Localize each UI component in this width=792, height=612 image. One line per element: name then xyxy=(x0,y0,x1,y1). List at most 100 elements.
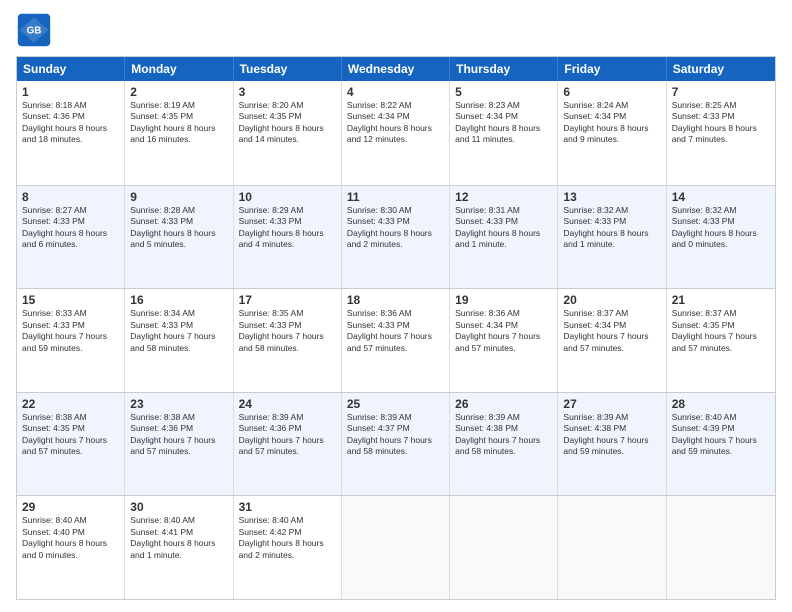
day-number: 10 xyxy=(239,190,336,204)
day-info: Sunrise: 8:20 AM Sunset: 4:35 PM Dayligh… xyxy=(239,100,336,146)
calendar-day-10: 10 Sunrise: 8:29 AM Sunset: 4:33 PM Dayl… xyxy=(234,186,342,289)
calendar-day-14: 14 Sunrise: 8:32 AM Sunset: 4:33 PM Dayl… xyxy=(667,186,775,289)
day-info: Sunrise: 8:31 AM Sunset: 4:33 PM Dayligh… xyxy=(455,205,552,251)
day-info: Sunrise: 8:40 AM Sunset: 4:42 PM Dayligh… xyxy=(239,515,336,561)
calendar-day-15: 15 Sunrise: 8:33 AM Sunset: 4:33 PM Dayl… xyxy=(17,289,125,392)
day-number: 18 xyxy=(347,293,444,307)
day-info: Sunrise: 8:32 AM Sunset: 4:33 PM Dayligh… xyxy=(672,205,770,251)
day-number: 7 xyxy=(672,85,770,99)
header-day-thursday: Thursday xyxy=(450,57,558,81)
day-number: 5 xyxy=(455,85,552,99)
day-info: Sunrise: 8:36 AM Sunset: 4:34 PM Dayligh… xyxy=(455,308,552,354)
header: GB xyxy=(16,12,776,48)
day-number: 8 xyxy=(22,190,119,204)
calendar-day-4: 4 Sunrise: 8:22 AM Sunset: 4:34 PM Dayli… xyxy=(342,81,450,185)
day-info: Sunrise: 8:40 AM Sunset: 4:40 PM Dayligh… xyxy=(22,515,119,561)
svg-text:GB: GB xyxy=(27,26,42,37)
day-number: 20 xyxy=(563,293,660,307)
calendar-empty-cell xyxy=(558,496,666,599)
day-info: Sunrise: 8:39 AM Sunset: 4:38 PM Dayligh… xyxy=(563,412,660,458)
calendar-day-16: 16 Sunrise: 8:34 AM Sunset: 4:33 PM Dayl… xyxy=(125,289,233,392)
page: GB SundayMondayTuesdayWednesdayThursdayF… xyxy=(0,0,792,612)
calendar-day-25: 25 Sunrise: 8:39 AM Sunset: 4:37 PM Dayl… xyxy=(342,393,450,496)
calendar-day-9: 9 Sunrise: 8:28 AM Sunset: 4:33 PM Dayli… xyxy=(125,186,233,289)
day-info: Sunrise: 8:34 AM Sunset: 4:33 PM Dayligh… xyxy=(130,308,227,354)
calendar-day-7: 7 Sunrise: 8:25 AM Sunset: 4:33 PM Dayli… xyxy=(667,81,775,185)
day-number: 22 xyxy=(22,397,119,411)
calendar-day-8: 8 Sunrise: 8:27 AM Sunset: 4:33 PM Dayli… xyxy=(17,186,125,289)
header-day-friday: Friday xyxy=(558,57,666,81)
day-info: Sunrise: 8:37 AM Sunset: 4:34 PM Dayligh… xyxy=(563,308,660,354)
calendar-week-3: 15 Sunrise: 8:33 AM Sunset: 4:33 PM Dayl… xyxy=(17,288,775,392)
day-number: 6 xyxy=(563,85,660,99)
calendar-empty-cell xyxy=(667,496,775,599)
calendar-day-11: 11 Sunrise: 8:30 AM Sunset: 4:33 PM Dayl… xyxy=(342,186,450,289)
day-number: 3 xyxy=(239,85,336,99)
calendar-day-13: 13 Sunrise: 8:32 AM Sunset: 4:33 PM Dayl… xyxy=(558,186,666,289)
day-info: Sunrise: 8:25 AM Sunset: 4:33 PM Dayligh… xyxy=(672,100,770,146)
calendar-day-18: 18 Sunrise: 8:36 AM Sunset: 4:33 PM Dayl… xyxy=(342,289,450,392)
calendar-day-5: 5 Sunrise: 8:23 AM Sunset: 4:34 PM Dayli… xyxy=(450,81,558,185)
day-number: 25 xyxy=(347,397,444,411)
calendar-day-30: 30 Sunrise: 8:40 AM Sunset: 4:41 PM Dayl… xyxy=(125,496,233,599)
header-day-saturday: Saturday xyxy=(667,57,775,81)
day-number: 9 xyxy=(130,190,227,204)
day-number: 21 xyxy=(672,293,770,307)
day-info: Sunrise: 8:29 AM Sunset: 4:33 PM Dayligh… xyxy=(239,205,336,251)
calendar-empty-cell xyxy=(450,496,558,599)
calendar-header: SundayMondayTuesdayWednesdayThursdayFrid… xyxy=(17,57,775,81)
day-info: Sunrise: 8:38 AM Sunset: 4:36 PM Dayligh… xyxy=(130,412,227,458)
header-day-monday: Monday xyxy=(125,57,233,81)
day-number: 1 xyxy=(22,85,119,99)
header-day-wednesday: Wednesday xyxy=(342,57,450,81)
day-info: Sunrise: 8:36 AM Sunset: 4:33 PM Dayligh… xyxy=(347,308,444,354)
header-day-tuesday: Tuesday xyxy=(234,57,342,81)
calendar-day-12: 12 Sunrise: 8:31 AM Sunset: 4:33 PM Dayl… xyxy=(450,186,558,289)
day-info: Sunrise: 8:40 AM Sunset: 4:41 PM Dayligh… xyxy=(130,515,227,561)
logo-icon: GB xyxy=(16,12,52,48)
calendar-day-20: 20 Sunrise: 8:37 AM Sunset: 4:34 PM Dayl… xyxy=(558,289,666,392)
day-number: 19 xyxy=(455,293,552,307)
calendar-day-3: 3 Sunrise: 8:20 AM Sunset: 4:35 PM Dayli… xyxy=(234,81,342,185)
calendar-day-31: 31 Sunrise: 8:40 AM Sunset: 4:42 PM Dayl… xyxy=(234,496,342,599)
day-info: Sunrise: 8:40 AM Sunset: 4:39 PM Dayligh… xyxy=(672,412,770,458)
day-number: 14 xyxy=(672,190,770,204)
calendar-day-19: 19 Sunrise: 8:36 AM Sunset: 4:34 PM Dayl… xyxy=(450,289,558,392)
day-info: Sunrise: 8:19 AM Sunset: 4:35 PM Dayligh… xyxy=(130,100,227,146)
day-info: Sunrise: 8:39 AM Sunset: 4:36 PM Dayligh… xyxy=(239,412,336,458)
calendar-day-2: 2 Sunrise: 8:19 AM Sunset: 4:35 PM Dayli… xyxy=(125,81,233,185)
day-number: 29 xyxy=(22,500,119,514)
calendar-day-26: 26 Sunrise: 8:39 AM Sunset: 4:38 PM Dayl… xyxy=(450,393,558,496)
calendar-day-21: 21 Sunrise: 8:37 AM Sunset: 4:35 PM Dayl… xyxy=(667,289,775,392)
day-number: 30 xyxy=(130,500,227,514)
day-info: Sunrise: 8:30 AM Sunset: 4:33 PM Dayligh… xyxy=(347,205,444,251)
calendar: SundayMondayTuesdayWednesdayThursdayFrid… xyxy=(16,56,776,600)
day-number: 15 xyxy=(22,293,119,307)
calendar-week-5: 29 Sunrise: 8:40 AM Sunset: 4:40 PM Dayl… xyxy=(17,495,775,599)
day-info: Sunrise: 8:27 AM Sunset: 4:33 PM Dayligh… xyxy=(22,205,119,251)
day-number: 4 xyxy=(347,85,444,99)
calendar-day-23: 23 Sunrise: 8:38 AM Sunset: 4:36 PM Dayl… xyxy=(125,393,233,496)
day-number: 26 xyxy=(455,397,552,411)
day-info: Sunrise: 8:22 AM Sunset: 4:34 PM Dayligh… xyxy=(347,100,444,146)
header-day-sunday: Sunday xyxy=(17,57,125,81)
calendar-day-6: 6 Sunrise: 8:24 AM Sunset: 4:34 PM Dayli… xyxy=(558,81,666,185)
calendar-day-24: 24 Sunrise: 8:39 AM Sunset: 4:36 PM Dayl… xyxy=(234,393,342,496)
day-number: 31 xyxy=(239,500,336,514)
day-info: Sunrise: 8:39 AM Sunset: 4:37 PM Dayligh… xyxy=(347,412,444,458)
calendar-day-17: 17 Sunrise: 8:35 AM Sunset: 4:33 PM Dayl… xyxy=(234,289,342,392)
calendar-day-29: 29 Sunrise: 8:40 AM Sunset: 4:40 PM Dayl… xyxy=(17,496,125,599)
day-info: Sunrise: 8:28 AM Sunset: 4:33 PM Dayligh… xyxy=(130,205,227,251)
day-number: 2 xyxy=(130,85,227,99)
calendar-day-27: 27 Sunrise: 8:39 AM Sunset: 4:38 PM Dayl… xyxy=(558,393,666,496)
day-number: 23 xyxy=(130,397,227,411)
day-info: Sunrise: 8:38 AM Sunset: 4:35 PM Dayligh… xyxy=(22,412,119,458)
day-info: Sunrise: 8:24 AM Sunset: 4:34 PM Dayligh… xyxy=(563,100,660,146)
day-number: 28 xyxy=(672,397,770,411)
calendar-day-1: 1 Sunrise: 8:18 AM Sunset: 4:36 PM Dayli… xyxy=(17,81,125,185)
calendar-empty-cell xyxy=(342,496,450,599)
day-number: 24 xyxy=(239,397,336,411)
calendar-day-22: 22 Sunrise: 8:38 AM Sunset: 4:35 PM Dayl… xyxy=(17,393,125,496)
day-info: Sunrise: 8:32 AM Sunset: 4:33 PM Dayligh… xyxy=(563,205,660,251)
day-number: 16 xyxy=(130,293,227,307)
